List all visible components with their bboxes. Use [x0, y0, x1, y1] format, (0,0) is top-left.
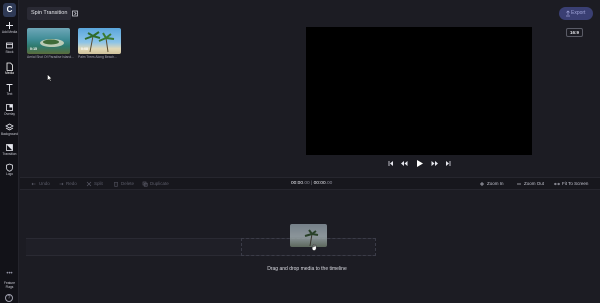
- sidebar-item-background[interactable]: Background: [0, 123, 19, 136]
- delete-label: Delete: [121, 181, 135, 186]
- video-preview[interactable]: [306, 27, 532, 155]
- timeline-toolbar: Undo Redo Split Delete Duplicate 00:00.0…: [20, 177, 600, 190]
- sidebar-item-feature-flags[interactable]: Feature Flags: [0, 281, 19, 290]
- fit-to-screen-label: Fit To Screen: [562, 181, 589, 186]
- total-time: 00:00: [313, 181, 326, 186]
- skip-to-end-icon[interactable]: [444, 159, 452, 168]
- current-time: 00:00: [291, 181, 304, 186]
- palm-beach-image: [304, 229, 319, 247]
- plus-icon: [6, 22, 13, 29]
- media-thumbnail[interactable]: 0:08: [78, 28, 121, 54]
- time-separator: |: [311, 181, 313, 186]
- overlay-icon: [6, 104, 13, 111]
- zoom-in-label: Zoom In: [487, 181, 504, 186]
- split-label: Split: [94, 181, 103, 186]
- export-button[interactable]: Export: [559, 7, 593, 20]
- plus-icon: [480, 181, 484, 186]
- current-time-fraction: .00: [303, 181, 310, 186]
- skip-to-start-icon[interactable]: [387, 159, 395, 168]
- sidebar-item-add-media[interactable]: Add Media: [0, 21, 19, 34]
- sidebar-item-label: Logo: [5, 172, 14, 176]
- rewind-icon[interactable]: [400, 159, 408, 168]
- media-caption: Aerial Shot Of Paradise Island...: [27, 55, 74, 59]
- split-button[interactable]: Split: [86, 178, 103, 190]
- sidebar-item-label: Stock: [5, 50, 14, 54]
- minus-icon: [517, 183, 521, 185]
- drop-hint: Drag and drop media to the timeline: [267, 266, 347, 272]
- undo-button[interactable]: Undo: [31, 178, 50, 190]
- text-icon: [6, 84, 13, 92]
- sidebar-item-label: Add Media: [1, 30, 18, 34]
- zoom-out-label: Zoom Out: [524, 181, 545, 186]
- duplicate-label: Duplicate: [150, 181, 169, 186]
- stock-icon: [6, 42, 13, 49]
- sidebar-item-label: Background: [0, 132, 18, 136]
- sidebar-item-stock[interactable]: Stock: [0, 41, 19, 54]
- zoom-out-button[interactable]: Zoom Out: [516, 178, 544, 190]
- trash-icon: [114, 182, 118, 187]
- undo-icon: [31, 182, 36, 186]
- sidebar-item-label: Media: [5, 71, 14, 75]
- logo-icon: [6, 163, 13, 172]
- zoom-in-button[interactable]: Zoom In: [479, 178, 504, 190]
- sidebar-item-label: Transition: [2, 152, 17, 156]
- sidebar-item-overlay[interactable]: Overlay: [0, 103, 19, 116]
- clip-duration: 0:15: [30, 47, 38, 51]
- duplicate-button[interactable]: Duplicate: [142, 178, 169, 190]
- media-caption: Palm Trees Along Beach...: [78, 55, 117, 59]
- grab-hand-icon: [312, 244, 317, 251]
- undo-label: Undo: [39, 181, 50, 186]
- delete-button[interactable]: Delete: [113, 178, 134, 190]
- sidebar-item-label: Feature Flags: [4, 281, 15, 289]
- fast-forward-icon[interactable]: [431, 159, 439, 168]
- aspect-ratio-button[interactable]: 16:9: [566, 28, 583, 37]
- help-icon[interactable]: ?: [5, 294, 13, 302]
- total-time-fraction: .00: [325, 181, 333, 186]
- sidebar-item-media[interactable]: Media: [0, 62, 19, 75]
- sidebar-item-label: Text: [6, 92, 13, 96]
- mouse-cursor-icon: [47, 74, 52, 82]
- export-label: Export: [571, 10, 586, 16]
- redo-button[interactable]: Redo: [58, 178, 77, 190]
- project-name[interactable]: Spin Transition: [27, 7, 72, 20]
- sidebar-item-logo[interactable]: Logo: [0, 163, 19, 176]
- app-logo[interactable]: C: [3, 3, 16, 17]
- fit-to-screen-button[interactable]: Fit To Screen: [554, 178, 588, 190]
- media-icon: [6, 62, 13, 71]
- redo-icon: [59, 182, 64, 186]
- background-icon: [5, 123, 14, 131]
- duplicate-icon: [142, 181, 148, 187]
- upload-icon: [566, 10, 570, 17]
- sidebar-item-text[interactable]: Text: [0, 83, 19, 96]
- redo-label: Redo: [66, 181, 77, 186]
- timecode-display: 00:00.00 | 00:00.00: [291, 178, 332, 190]
- sidebar-item-label: Overlay: [4, 112, 15, 116]
- clip-duration: 0:08: [81, 47, 89, 51]
- play-icon[interactable]: [415, 159, 424, 168]
- rename-icon[interactable]: [71, 9, 80, 18]
- transition-icon: [6, 144, 13, 151]
- sidebar-item-transition[interactable]: Transition: [0, 143, 19, 156]
- split-icon: [86, 181, 92, 187]
- expand-icon: [554, 182, 560, 186]
- left-sidebar: C Add Media Stock Media Text Overlay Bac…: [0, 0, 19, 303]
- media-thumbnail[interactable]: 0:15: [27, 28, 70, 54]
- dragged-media-clip[interactable]: [290, 224, 327, 247]
